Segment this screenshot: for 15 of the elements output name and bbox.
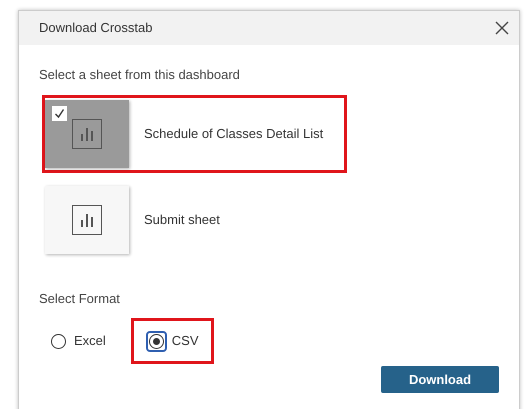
sheet-thumbnail[interactable] [45, 100, 129, 168]
sheet-prompt: Select a sheet from this dashboard [39, 66, 241, 84]
sheet-name[interactable]: Submit sheet [144, 210, 220, 230]
bar-chart-icon [72, 118, 102, 148]
sheet-name[interactable]: Schedule of Classes Detail List [144, 124, 324, 144]
format-radio[interactable]: Excel [48, 330, 106, 352]
bar-chart-icon [72, 204, 102, 234]
sheet-thumbnail[interactable] [45, 186, 129, 254]
checkbox[interactable] [52, 106, 67, 120]
dialog-title: Download Crosstab [39, 19, 152, 38]
check-icon [54, 108, 65, 118]
format-prompt: Select Format [39, 290, 121, 308]
format-radio[interactable]: CSV [146, 330, 199, 352]
close-icon [495, 21, 509, 35]
download-button[interactable]: Download [381, 366, 499, 393]
